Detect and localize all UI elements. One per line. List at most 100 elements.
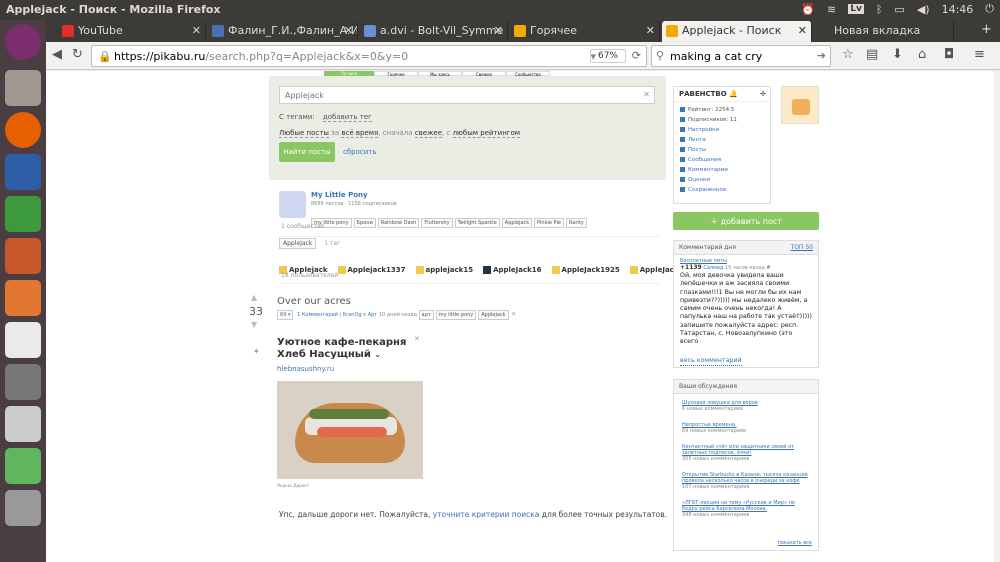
pin-icon[interactable]: ✢ — [760, 90, 766, 98]
battery-icon[interactable]: ▭ — [894, 3, 904, 16]
tag-chip[interactable]: AppleJack — [279, 238, 317, 249]
wifi-icon[interactable]: ≋ — [827, 3, 836, 16]
user-item[interactable]: applejack15 — [415, 266, 473, 274]
menu-icon[interactable]: ≡ — [974, 47, 985, 62]
profile-name[interactable]: РАВЕНСТВО — [679, 90, 727, 98]
bookmark-star-icon[interactable]: ☆ — [842, 47, 854, 62]
search-input[interactable]: ⚲ making a cat cry ➔ — [651, 45, 831, 67]
community-tag[interactable]: Rainbow Dash — [377, 218, 420, 228]
power-icon[interactable]: ⏻ — [985, 2, 994, 16]
menu-comments[interactable]: Комментарии — [680, 165, 764, 175]
reset-link[interactable]: сбросить — [343, 148, 377, 156]
menu-settings[interactable]: Настройки — [680, 125, 764, 135]
community-name[interactable]: My Little Pony — [311, 191, 368, 199]
post-tag[interactable]: Applejack — [478, 310, 509, 320]
tab-hot[interactable]: Горячее ✕ — [510, 21, 660, 42]
pocket-icon[interactable]: ◘ — [944, 47, 954, 62]
zoom-level[interactable]: 67% — [590, 49, 626, 63]
author-link[interactable]: KranOg — [343, 312, 362, 318]
ad-title[interactable]: Уютное кафе-пекарня Хлеб Насущный ⌄ — [277, 337, 407, 361]
ubuntu-icon[interactable] — [5, 24, 41, 60]
upvote-icon[interactable]: ▲ — [251, 293, 257, 302]
show-all-link[interactable]: показать все — [778, 540, 812, 546]
volume-icon[interactable]: ◀) — [917, 3, 930, 16]
find-posts-button[interactable]: Найти посты — [279, 142, 335, 162]
tab-youtube[interactable]: YouTube ✕ — [58, 21, 206, 42]
user-item[interactable]: AppleJack1925 — [551, 266, 620, 274]
calc-icon[interactable] — [5, 196, 41, 232]
keyboard-layout[interactable]: Lv — [848, 4, 864, 14]
avatar[interactable] — [781, 86, 819, 124]
community-tag[interactable]: Pinkie Pie — [534, 218, 564, 228]
reload-icon[interactable]: ↻ — [72, 47, 83, 62]
tab-applejack-search[interactable]: Applejack - Поиск ✕ — [662, 21, 812, 42]
ad-close-icon[interactable]: ✕ — [414, 335, 420, 343]
ad-url[interactable]: hlebnasushny.ru — [277, 365, 334, 373]
writer-icon[interactable] — [5, 154, 41, 190]
bell-icon[interactable]: 🔔 — [729, 90, 738, 98]
scrollbar[interactable] — [994, 71, 1000, 562]
filter-sort[interactable]: свежее — [414, 129, 443, 138]
menu-ratings[interactable]: Оценки — [680, 175, 764, 185]
clock[interactable]: 14:46 — [942, 3, 974, 16]
tab-new[interactable]: Новая вкладка — [814, 21, 954, 42]
post-tag[interactable]: my little pony — [435, 310, 477, 320]
settings-icon[interactable] — [5, 364, 41, 400]
tab-adv[interactable]: a.dvi - Bolt-Vil_Symme ✕ — [360, 21, 508, 42]
add-tag-link[interactable]: добавить тег — [322, 113, 372, 122]
impress-icon[interactable] — [5, 238, 41, 274]
discussion-link[interactable]: Открытие Starbucks в Казани: тысяча каза… — [682, 472, 810, 484]
close-tab-icon[interactable]: ✕ — [494, 24, 503, 37]
menu-messages[interactable]: Сообщения — [680, 155, 764, 165]
reload-small-icon[interactable]: ⟳ — [632, 49, 641, 62]
community-avatar[interactable] — [279, 191, 306, 218]
menu-saved[interactable]: Сохраненное — [680, 185, 764, 195]
amazon-icon[interactable] — [5, 322, 41, 358]
post-title[interactable]: Over our acres — [277, 296, 351, 307]
new-tab-icon[interactable]: + — [981, 22, 992, 37]
menu-posts[interactable]: Посты — [680, 145, 764, 155]
community-tag[interactable]: Rarity — [565, 218, 587, 228]
comments-link[interactable]: 1 Комментарий — [297, 312, 338, 318]
community-tag[interactable]: Брони — [353, 218, 376, 228]
filter-post-type[interactable]: Любые посты — [279, 129, 329, 138]
home-icon[interactable]: ⌂ — [918, 47, 926, 62]
close-tab-icon[interactable]: ✕ — [192, 24, 201, 37]
bluetooth-icon[interactable]: ᛒ — [876, 3, 883, 16]
back-icon[interactable]: ◀ — [52, 47, 62, 62]
firefox-icon[interactable] — [5, 112, 41, 148]
full-comment-link[interactable]: весь комментарий — [680, 357, 742, 366]
alarm-icon[interactable]: ⏰ — [801, 3, 815, 16]
discussion-link[interactable]: «ЛГБТ-лекция на тему «Русские и Мир» по … — [682, 500, 810, 512]
community-tag[interactable]: Fluttershy — [421, 218, 453, 228]
discussion-link[interactable]: Кентактный счёт или защитники своей от з… — [682, 444, 810, 456]
close-tab-icon[interactable]: ✕ — [646, 24, 655, 37]
add-post-button[interactable]: ＋ добавить пост — [673, 212, 819, 230]
refine-search-link[interactable]: уточните критерии поиска — [433, 510, 540, 519]
community-tag[interactable]: Twilight Sparkle — [454, 218, 500, 228]
community-tag[interactable]: Applejack — [501, 218, 533, 228]
clear-icon[interactable]: ✕ — [643, 90, 650, 99]
close-tab-icon[interactable]: ✕ — [798, 24, 807, 37]
user-item[interactable]: AppleJack16 — [483, 266, 542, 274]
bookmarks-list-icon[interactable]: ▤ — [866, 47, 878, 62]
filter-period[interactable]: всё время — [341, 129, 379, 138]
tab-falin[interactable]: Фалин_Г.И.,Фалин_А.И ✕ — [208, 21, 358, 42]
files-icon[interactable] — [5, 70, 41, 106]
downvote-icon[interactable]: ▼ — [251, 320, 257, 329]
software-center-icon[interactable] — [5, 280, 41, 316]
go-icon[interactable]: ➔ — [817, 49, 826, 62]
user-item[interactable]: Applejack1337 — [337, 266, 406, 274]
download-icon[interactable]: ⬇ — [892, 47, 903, 62]
ad-image[interactable] — [277, 381, 423, 479]
windows-icon[interactable] — [5, 448, 41, 484]
filter-rating[interactable]: любым рейтингом — [452, 129, 521, 138]
section-link[interactable]: Арт — [368, 312, 378, 318]
close-tab-icon[interactable]: ✕ — [344, 24, 353, 37]
comments-badge[interactable]: 69 ▾ — [277, 310, 294, 320]
expand-icon[interactable]: ⇱ — [512, 312, 516, 318]
tools-icon[interactable] — [5, 406, 41, 442]
post-tag[interactable]: арт — [418, 310, 434, 320]
menu-feed[interactable]: Лента — [680, 135, 764, 145]
query-input[interactable]: Applejack ✕ — [279, 86, 655, 104]
